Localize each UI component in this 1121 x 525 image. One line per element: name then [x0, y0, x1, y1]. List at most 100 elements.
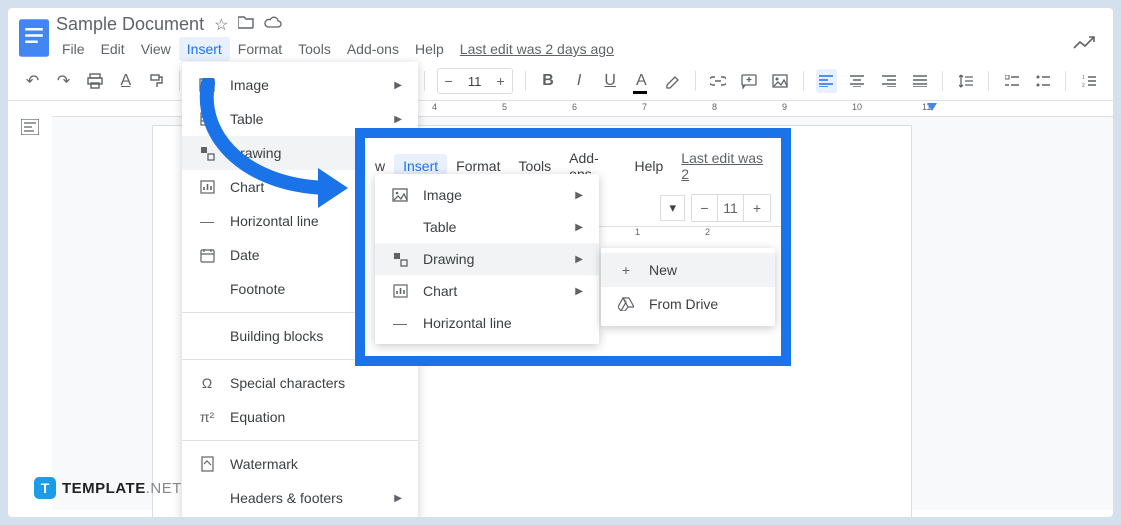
italic-icon[interactable]: I	[569, 69, 590, 93]
date-icon	[198, 246, 216, 264]
ruler-tick: 9	[782, 102, 787, 112]
separator	[803, 71, 804, 91]
ruler-marker-icon[interactable]	[927, 103, 937, 111]
svg-text:1: 1	[1082, 75, 1085, 81]
move-folder-icon[interactable]	[238, 15, 254, 34]
callout-decrease-font[interactable]: −	[692, 195, 718, 221]
insert-item-label: Drawing	[230, 145, 281, 161]
print-icon[interactable]	[84, 69, 105, 93]
separator	[424, 71, 425, 91]
logo-suffix: .NET	[146, 480, 182, 497]
drive-icon	[617, 297, 635, 311]
tutorial-callout: w Insert Format Tools Add-ons Help Last …	[355, 128, 791, 366]
callout-insert-menu: Image ▶ Table ▶ Drawing ▶ Chart ▶	[375, 174, 599, 344]
callout-insert-table[interactable]: Table ▶	[375, 211, 599, 243]
table-icon	[198, 110, 216, 128]
callout-dropdown[interactable]: ▾	[660, 195, 685, 221]
image-icon	[198, 76, 216, 94]
activity-trend-icon[interactable]	[1073, 36, 1095, 55]
cloud-status-icon[interactable]	[264, 16, 282, 34]
separator	[695, 71, 696, 91]
menu-view[interactable]: View	[133, 37, 179, 61]
insert-item-label: Equation	[230, 409, 285, 425]
insert-item-label: Date	[230, 247, 260, 263]
menu-format[interactable]: Format	[230, 37, 290, 61]
hline-icon: —	[391, 315, 409, 331]
align-right-icon[interactable]	[878, 69, 899, 93]
insert-headers-footers[interactable]: Headers & footers ▶	[182, 481, 418, 515]
submenu-label: New	[649, 262, 677, 278]
separator	[988, 71, 989, 91]
insert-item-label: Horizontal line	[423, 315, 512, 331]
drawing-icon	[391, 252, 409, 267]
insert-item-label: Watermark	[230, 456, 298, 472]
insert-image[interactable]: Image ▶	[182, 68, 418, 102]
insert-item-label: Footnote	[230, 281, 285, 297]
align-left-icon[interactable]	[816, 69, 837, 93]
omega-icon: Ω	[198, 374, 216, 392]
star-icon[interactable]: ☆	[214, 15, 228, 35]
highlight-icon[interactable]	[662, 69, 683, 93]
callout-insert-chart[interactable]: Chart ▶	[375, 275, 599, 307]
insert-item-label: Special characters	[230, 375, 345, 391]
callout-insert-image[interactable]: Image ▶	[375, 179, 599, 211]
ruler-tick: 5	[502, 102, 507, 112]
add-comment-icon[interactable]	[739, 69, 760, 93]
line-spacing-icon[interactable]	[955, 69, 976, 93]
callout-insert-drawing[interactable]: Drawing ▶	[375, 243, 599, 275]
insert-special-chars[interactable]: Ω Special characters	[182, 366, 418, 400]
docs-app-icon[interactable]	[16, 14, 52, 62]
hline-icon: —	[198, 212, 216, 230]
decrease-font-icon[interactable]: −	[438, 69, 460, 93]
outline-icon[interactable]	[21, 119, 39, 140]
menu-file[interactable]: File	[54, 37, 93, 61]
spellcheck-icon[interactable]: A̲	[115, 69, 136, 93]
numbered-list-icon[interactable]: 12	[1078, 69, 1099, 93]
redo-icon[interactable]: ↷	[53, 69, 74, 93]
checklist-icon[interactable]	[1001, 69, 1022, 93]
text-color-icon[interactable]: A	[631, 69, 652, 93]
drawing-icon	[198, 144, 216, 162]
menu-edit[interactable]: Edit	[93, 37, 133, 61]
insert-image-icon[interactable]	[770, 69, 791, 93]
increase-font-icon[interactable]: +	[490, 69, 512, 93]
callout-insert-hline[interactable]: — Horizontal line	[375, 307, 599, 339]
insert-link-icon[interactable]	[708, 69, 729, 93]
insert-watermark[interactable]: Watermark	[182, 447, 418, 481]
font-size-value[interactable]: 11	[460, 74, 490, 89]
underline-icon[interactable]: U	[600, 69, 621, 93]
insert-equation[interactable]: π² Equation	[182, 400, 418, 434]
menu-divider	[182, 440, 418, 441]
last-edit-link[interactable]: Last edit was 2 days ago	[452, 37, 622, 61]
callout-last-edit[interactable]: Last edit was 2	[672, 146, 775, 186]
insert-item-label: Building blocks	[230, 328, 323, 344]
submenu-arrow-icon: ▶	[575, 190, 583, 201]
left-rail	[8, 101, 52, 510]
bulleted-list-icon[interactable]	[1032, 69, 1053, 93]
align-justify-icon[interactable]	[909, 69, 930, 93]
menu-tools[interactable]: Tools	[290, 37, 339, 61]
drawing-from-drive[interactable]: From Drive	[601, 287, 775, 321]
insert-item-label: Chart	[230, 179, 264, 195]
bold-icon[interactable]: B	[538, 69, 559, 93]
align-center-icon[interactable]	[847, 69, 868, 93]
callout-increase-font[interactable]: +	[744, 195, 770, 221]
ruler-tick: 1	[635, 227, 640, 237]
document-title[interactable]: Sample Document	[56, 14, 204, 35]
callout-menu-help[interactable]: Help	[625, 154, 672, 178]
image-icon	[391, 188, 409, 202]
menu-insert[interactable]: Insert	[179, 37, 230, 61]
insert-item-label: Chart	[423, 283, 457, 299]
paint-format-icon[interactable]	[146, 69, 167, 93]
font-size-control: − 11 +	[437, 68, 513, 94]
plus-icon: +	[617, 262, 635, 278]
drawing-new[interactable]: + New	[601, 253, 775, 287]
callout-font-size[interactable]: 11	[718, 195, 744, 221]
menu-help[interactable]: Help	[407, 37, 452, 61]
insert-item-label: Headers & footers	[230, 490, 343, 506]
separator	[942, 71, 943, 91]
undo-icon[interactable]: ↶	[22, 69, 43, 93]
menu-addons[interactable]: Add-ons	[339, 37, 407, 61]
submenu-arrow-icon: ▶	[575, 222, 583, 233]
insert-item-label: Table	[423, 219, 456, 235]
